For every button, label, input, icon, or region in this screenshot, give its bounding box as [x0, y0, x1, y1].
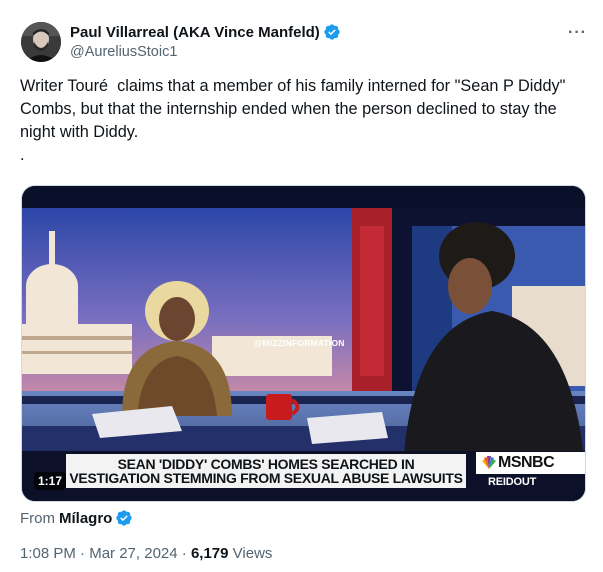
video-player[interactable]: @MIZZINFORMATION SEAN 'DIDDY' COMBS' HOM…: [21, 185, 586, 502]
author-name-row: Paul Villarreal (AKA Vince Manfeld): [70, 22, 341, 42]
tweet-card: Paul Villarreal (AKA Vince Manfeld) @Aur…: [0, 0, 603, 572]
more-options-icon[interactable]: ···: [568, 24, 587, 42]
msnbc-logo: MSNBC: [476, 452, 585, 474]
media-source-row: From Mílagro: [20, 509, 133, 527]
views-label: Views: [228, 545, 273, 562]
news-chyron-line-2: VESTIGATION STEMMING FROM SEXUAL ABUSE L…: [69, 470, 463, 486]
tweet-meta: 1:08 PM · Mar 27, 2024 · 6,179 Views: [20, 545, 272, 562]
views-count: 6,179: [190, 545, 229, 562]
video-duration-badge: 1:17: [34, 472, 67, 490]
verified-badge-icon: [115, 509, 133, 527]
msnbc-logo-text: MSNBC: [498, 454, 555, 471]
media-source-name[interactable]: Mílagro: [59, 510, 112, 527]
meta-separator: ·: [75, 545, 90, 562]
media-source-label: From: [20, 509, 55, 527]
author-display-name[interactable]: Paul Villarreal (AKA Vince Manfeld): [70, 24, 320, 41]
tweet-time[interactable]: 1:08 PM: [20, 545, 76, 562]
tweet-date[interactable]: Mar 27, 2024: [89, 545, 177, 562]
verified-badge-icon[interactable]: [323, 23, 341, 41]
author-handle[interactable]: @AureliusStoic1: [70, 44, 177, 60]
show-tag: REIDOUT: [488, 476, 537, 488]
video-watermark: @MIZZINFORMATION: [254, 338, 345, 348]
meta-separator: ·: [177, 545, 191, 562]
peacock-icon: [482, 456, 496, 469]
avatar[interactable]: [21, 22, 61, 62]
tweet-text: Writer Touré claims that a member of his…: [20, 77, 566, 164]
